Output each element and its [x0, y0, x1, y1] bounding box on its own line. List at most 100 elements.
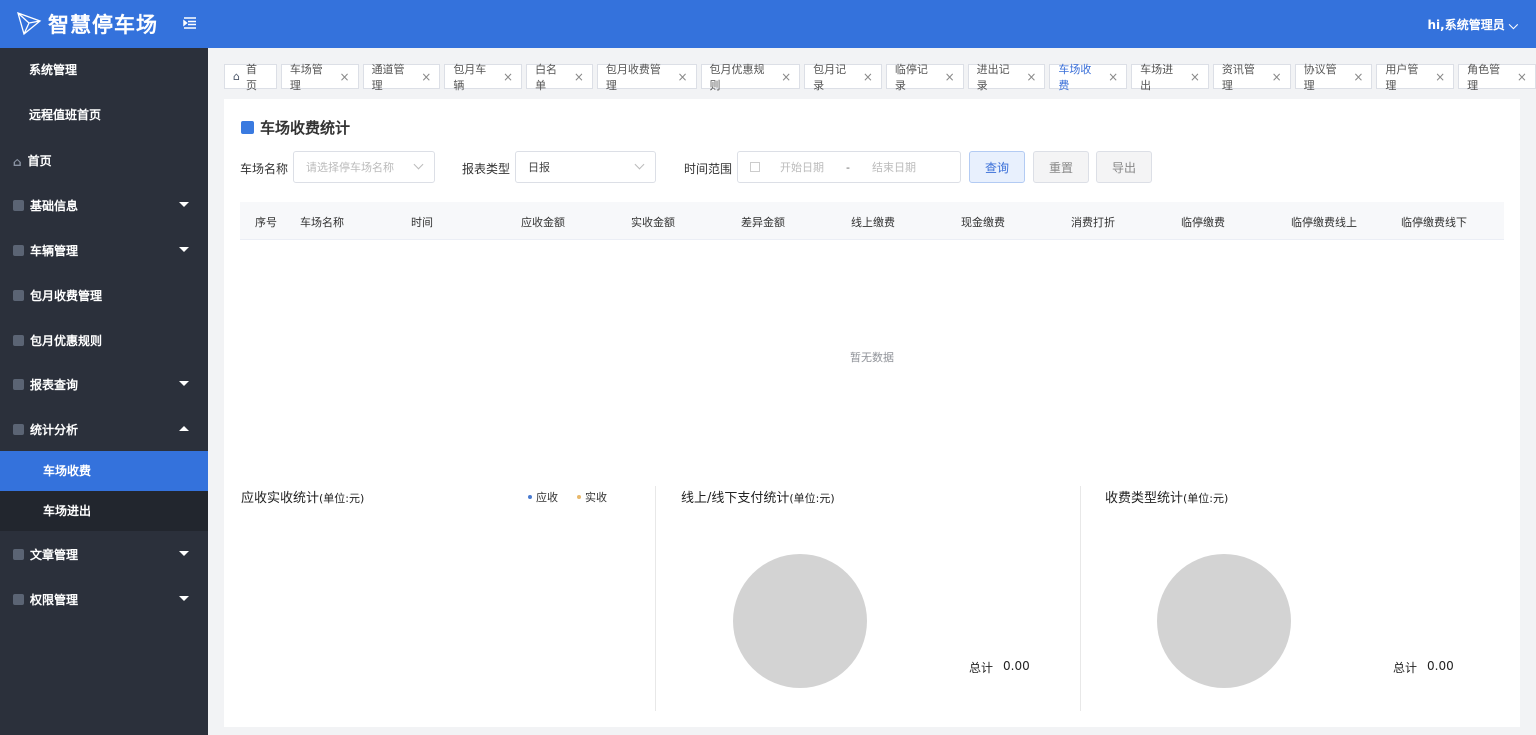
legend-item-received[interactable]: 实收 [577, 489, 607, 505]
lot-select[interactable]: 请选择停车场名称 [293, 151, 435, 183]
tab-label: 白名单 [535, 62, 558, 92]
tab-item[interactable]: 白名单 × [526, 63, 593, 92]
column-header: 临停缴费 [1181, 216, 1225, 229]
close-icon[interactable]: × [1190, 70, 1200, 84]
close-icon[interactable]: × [340, 70, 350, 84]
tab-item[interactable]: 包月收费管理 × [596, 63, 697, 92]
tab-item[interactable]: 车场管理 × [280, 63, 359, 92]
reset-button[interactable]: 重置 [1033, 151, 1089, 183]
caret-down-icon [179, 247, 189, 252]
tab-item[interactable]: ⌂ 首页 [224, 63, 277, 92]
close-icon[interactable]: × [1108, 70, 1118, 84]
lot-label: 车场名称 [240, 162, 289, 176]
tab-item[interactable]: 通道管理 × [362, 63, 441, 92]
tab-label: 包月优惠规则 [709, 62, 765, 92]
total-label: 总计 [969, 661, 994, 675]
close-icon[interactable]: × [1435, 70, 1445, 84]
sidebar-subitem-lot-inout[interactable]: 车场进出 [0, 491, 208, 531]
tab-item[interactable]: 协议管理 × [1294, 63, 1373, 92]
close-icon[interactable]: × [1026, 70, 1036, 84]
legend-item-receivable[interactable]: 应收 [528, 489, 558, 505]
close-icon[interactable]: × [1353, 70, 1363, 84]
empty-text: 暂无数据 [850, 351, 894, 364]
total-value: 0.00 [1427, 659, 1454, 673]
start-date-input[interactable]: 开始日期 [780, 159, 824, 175]
close-icon[interactable]: × [945, 70, 955, 84]
column-header: 现金缴费 [961, 216, 1005, 229]
tab-item[interactable]: 包月车辆 × [444, 63, 523, 92]
chevron-down-icon [634, 159, 645, 170]
caret-down-icon [179, 381, 189, 386]
sidebar-item-permission[interactable]: 权限管理 [0, 577, 208, 621]
user-name: hi,系统管理员 [1427, 18, 1505, 32]
close-icon[interactable]: × [1517, 70, 1527, 84]
tab-item[interactable]: 临停记录 × [885, 63, 964, 92]
column-header: 临停缴费线上 [1291, 216, 1357, 229]
sidebar-item-vehicle[interactable]: 车辆管理 [0, 228, 208, 272]
divider [1080, 486, 1081, 711]
legend-label: 实收 [585, 491, 607, 504]
tab-item[interactable]: 车场进出 × [1131, 63, 1209, 92]
sidebar-item-label: 权限管理 [30, 592, 79, 607]
sidebar-item-stats[interactable]: 统计分析 [0, 407, 208, 451]
report-type-select[interactable]: 日报 [515, 151, 656, 183]
close-icon[interactable]: × [677, 70, 687, 84]
tab-label: 临停记录 [894, 62, 928, 92]
column-header: 车场名称 [300, 216, 344, 229]
lock-icon [13, 593, 24, 605]
sidebar-item-home[interactable]: ⌂ 首页 [0, 138, 208, 182]
tab-label: 资讯管理 [1221, 62, 1255, 92]
legend-dot [577, 495, 581, 499]
tab-item[interactable]: 资讯管理 × [1212, 63, 1291, 92]
close-icon[interactable]: × [781, 70, 791, 84]
sidebar-item-label: 车辆管理 [30, 243, 79, 258]
sidebar-item-monthly-fee[interactable]: 包月收费管理 [0, 273, 208, 317]
range-label: 时间范围 [684, 162, 733, 176]
tab-item[interactable]: 包月优惠规则 × [700, 63, 801, 92]
chevron-down-icon [413, 159, 424, 170]
tab-label: 协议管理 [1303, 62, 1337, 92]
tab-item[interactable]: 包月记录 × [804, 63, 882, 92]
query-button[interactable]: 查询 [969, 151, 1025, 183]
sidebar-item-remote[interactable]: 远程值班首页 [0, 95, 208, 135]
sidebar-item-label: 基础信息 [30, 198, 79, 213]
article-icon [13, 548, 24, 560]
sidebar-subitem-lot-fee[interactable]: 车场收费 [0, 451, 208, 491]
close-icon[interactable]: × [1272, 70, 1282, 84]
close-icon[interactable]: × [863, 70, 873, 84]
tab-item[interactable]: 用户管理 × [1376, 63, 1455, 92]
sidebar-item-label: 包月收费管理 [30, 288, 103, 303]
menu-collapse-icon[interactable] [183, 16, 197, 30]
end-date-input[interactable]: 结束日期 [872, 159, 916, 175]
tab-label: 车场收费 [1058, 62, 1092, 92]
sidebar-item-system[interactable]: 系统管理 [0, 50, 208, 90]
close-icon[interactable]: × [574, 70, 584, 84]
user-menu[interactable]: hi,系统管理员 ⌵ [1427, 16, 1518, 33]
chart-icon [13, 423, 24, 435]
column-header: 差异金额 [741, 216, 785, 229]
chart-title-fee-type: 收费类型统计(单位:元) [1105, 487, 1228, 506]
tab-item[interactable]: 车场收费 × [1049, 63, 1128, 92]
tab-item[interactable]: 角色管理 × [1458, 63, 1536, 92]
report-type-value: 日报 [528, 161, 550, 174]
page-title-text: 车场收费统计 [260, 119, 351, 137]
tab-item[interactable]: 进出记录 × [967, 63, 1046, 92]
column-header: 消费打折 [1071, 216, 1115, 229]
total-label: 总计 [1393, 661, 1418, 675]
chart-title-text: 线上/线下支付统计 [681, 491, 790, 506]
chart-unit: (单位:元) [1183, 492, 1229, 505]
close-icon[interactable]: × [421, 70, 431, 84]
date-range-picker[interactable]: 开始日期 - 结束日期 [737, 151, 961, 183]
close-icon[interactable]: × [503, 70, 513, 84]
page-title: 车场收费统计 [241, 117, 350, 138]
sidebar-item-basic[interactable]: 基础信息 [0, 183, 208, 227]
legend-label: 应收 [536, 491, 558, 504]
fee-icon [13, 289, 24, 301]
tab-label: 包月收费管理 [605, 62, 661, 92]
sidebar-item-monthly-rule[interactable]: 包月优惠规则 [0, 318, 208, 362]
export-button[interactable]: 导出 [1096, 151, 1152, 183]
column-header: 序号 [255, 216, 277, 229]
sidebar-item-article[interactable]: 文章管理 [0, 532, 208, 576]
sidebar-item-report[interactable]: 报表查询 [0, 362, 208, 406]
brand-title: 智慧停车场 [48, 13, 158, 37]
